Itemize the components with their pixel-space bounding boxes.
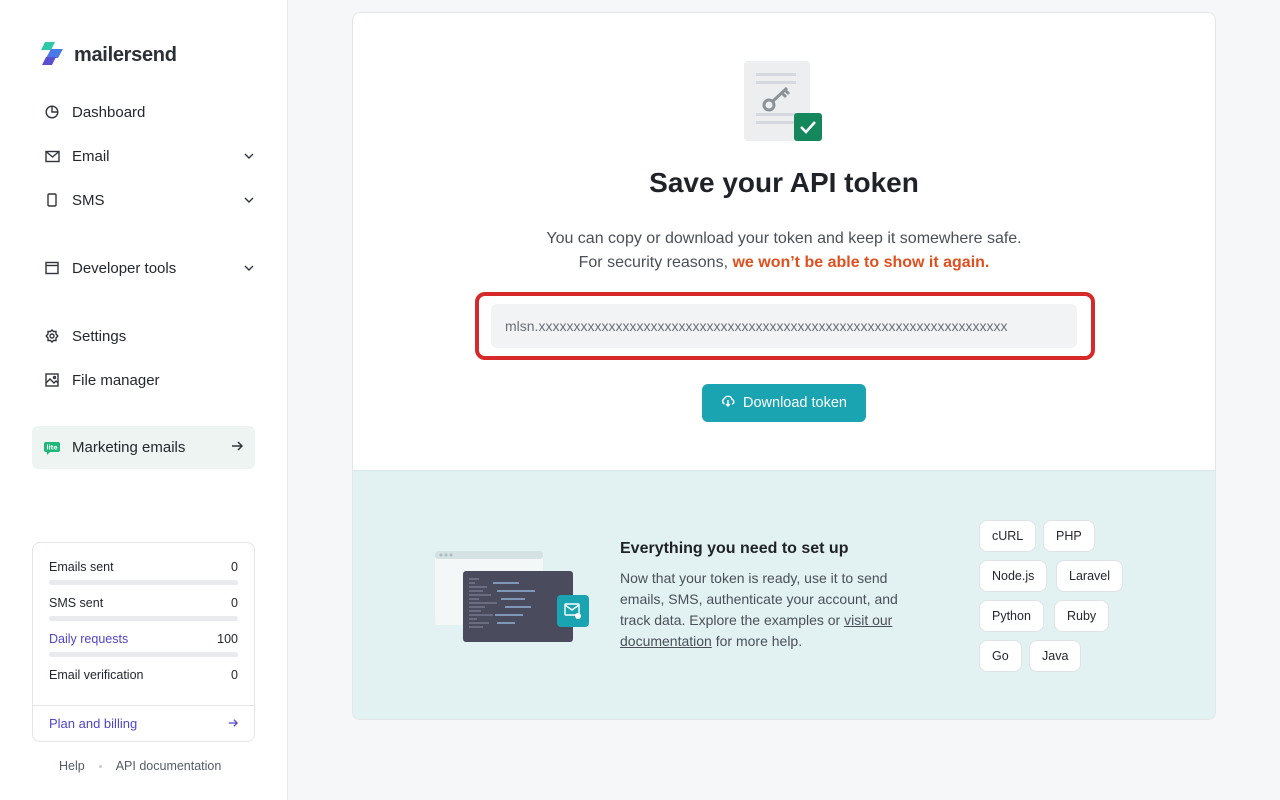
plan-and-billing-link[interactable]: Plan and billing (33, 705, 254, 741)
nav-label: File manager (72, 371, 160, 389)
setup-text-after: for more help. (711, 633, 803, 649)
setup-title: Everything you need to set up (620, 540, 849, 557)
chevron-down-icon (243, 194, 255, 206)
mailersend-logo-icon (40, 40, 66, 71)
help-link[interactable]: Help (59, 759, 85, 773)
stat-sms-sent: SMS sent 0 (49, 596, 238, 621)
logo-text: mailersend (74, 44, 177, 66)
subtitle-prefix: For security reasons, (578, 254, 733, 271)
nav-label: Developer tools (72, 259, 177, 277)
lite-badge-icon: lite (44, 440, 60, 456)
stat-progress-bar (49, 652, 238, 657)
lang-chip-php[interactable]: PHP (1043, 520, 1095, 552)
sidebar: mailersend Dashboard Email SMS Developer… (0, 0, 288, 800)
nav-developer-tools[interactable]: Developer tools (32, 248, 255, 288)
stat-value: 0 (231, 668, 238, 682)
api-token-field[interactable]: mlsn.xxxxxxxxxxxxxxxxxxxxxxxxxxxxxxxxxxx… (491, 304, 1077, 348)
separator-dot (98, 764, 102, 768)
nav-label: Settings (72, 327, 127, 345)
stat-progress-bar (49, 616, 238, 621)
stat-daily-requests: Daily requests 100 (49, 632, 238, 657)
usage-stats-card: Emails sent 0 SMS sent 0 Daily requests 100… (32, 542, 255, 742)
stat-email-verification: Email verification 0 (49, 668, 238, 682)
image-icon (44, 372, 60, 388)
lang-chip-nodejs[interactable]: Node.js (979, 560, 1048, 592)
download-token-label: Download token (743, 395, 847, 411)
arrow-right-icon (228, 716, 239, 731)
key-document-icon (744, 61, 824, 143)
api-documentation-link[interactable]: API documentation (116, 759, 222, 773)
security-warning: we won’t be able to show it again. (732, 254, 990, 271)
stat-label-link[interactable]: Daily requests (49, 632, 128, 646)
page-title: Save your API token (649, 167, 919, 198)
subtitle-line-2: For security reasons, we won’t be able t… (353, 251, 1215, 275)
stat-value: 0 (231, 560, 238, 574)
setup-section: Everything you need to set up Now that y… (353, 470, 1215, 719)
code-editor-illustration (435, 549, 589, 643)
svg-text:lite: lite (46, 444, 57, 451)
nav-file-manager[interactable]: File manager (32, 360, 255, 400)
arrow-right-icon (231, 439, 244, 457)
stat-label: SMS sent (49, 596, 104, 610)
gear-icon (44, 328, 60, 344)
nav-sms[interactable]: SMS (32, 180, 255, 220)
stat-value: 100 (217, 632, 238, 646)
stat-emails-sent: Emails sent 0 (49, 560, 238, 585)
cloud-download-icon (721, 395, 735, 411)
chevron-down-icon (243, 150, 255, 162)
chevron-down-icon (243, 262, 255, 274)
nav-email[interactable]: Email (32, 136, 255, 176)
setup-description: Now that your token is ready, use it to … (620, 568, 920, 652)
lang-chip-ruby[interactable]: Ruby (1054, 600, 1110, 632)
plan-link-label: Plan and billing (49, 716, 138, 731)
nav-marketing-emails[interactable]: lite Marketing emails (32, 426, 255, 469)
lang-chip-go[interactable]: Go (979, 640, 1022, 672)
save-token-card: Save your API token You can copy or down… (352, 12, 1216, 720)
stat-value: 0 (231, 596, 238, 610)
subtitle-line-1: You can copy or download your token and … (546, 230, 1022, 247)
nav-label: Email (72, 147, 110, 165)
stat-label: Email verification (49, 668, 144, 682)
phone-icon (44, 192, 60, 208)
lang-chip-laravel[interactable]: Laravel (1056, 560, 1123, 592)
code-window-icon (44, 260, 60, 276)
stat-label: Emails sent (49, 560, 114, 574)
mail-icon (44, 148, 60, 164)
page-subtitle: You can copy or download your token and … (353, 227, 1215, 275)
lang-chip-java[interactable]: Java (1029, 640, 1082, 672)
sidebar-footer: Help API documentation (59, 759, 221, 773)
download-token-button[interactable]: Download token (702, 384, 866, 422)
nav-label: Marketing emails (72, 439, 186, 456)
nav-label: Dashboard (72, 103, 146, 121)
nav-dashboard[interactable]: Dashboard (32, 92, 255, 132)
logo[interactable]: mailersend (40, 40, 177, 71)
lang-chip-python[interactable]: Python (979, 600, 1044, 632)
nav-settings[interactable]: Settings (32, 316, 255, 356)
nav-label: SMS (72, 191, 105, 209)
lang-chip-curl[interactable]: cURL (979, 520, 1037, 552)
stat-progress-bar (49, 580, 238, 585)
pie-chart-icon (44, 104, 60, 120)
